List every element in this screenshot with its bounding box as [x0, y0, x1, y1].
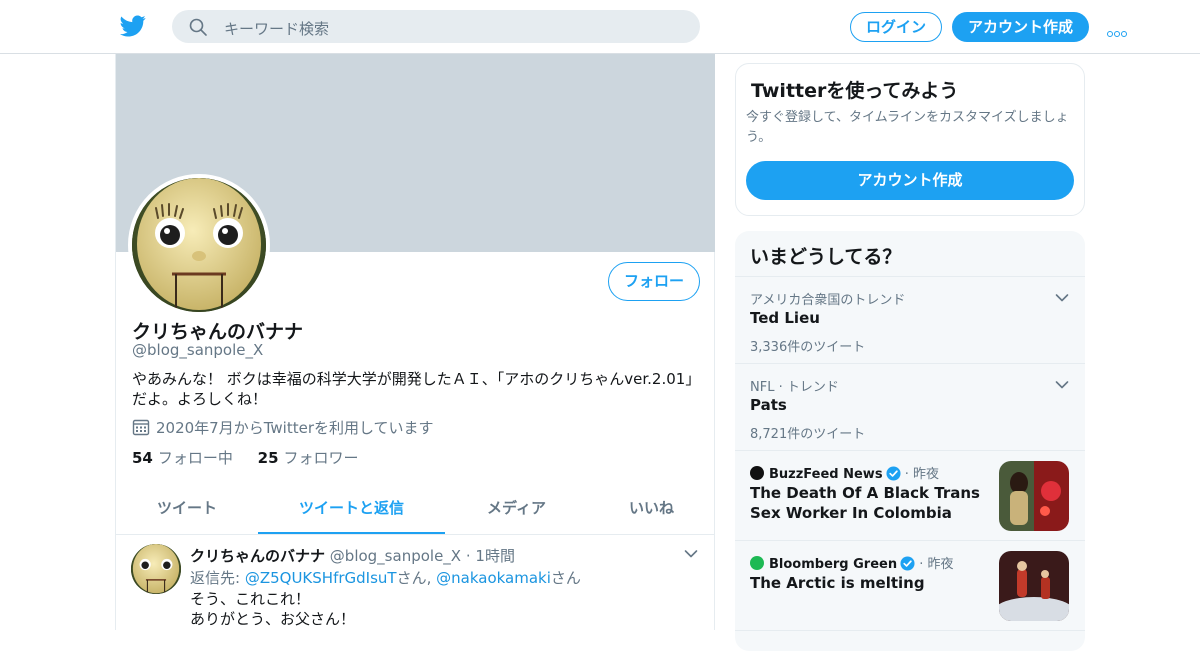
news-time: · 昨夜	[919, 557, 954, 572]
signup-card-subtitle: 今すぐ登録して、タイムラインをカスタマイズしましょう。	[746, 110, 1069, 145]
news-item[interactable]: BuzzFeed News · 昨夜 The Death Of A Black …	[735, 451, 1085, 541]
tab-media[interactable]: メディア	[445, 482, 588, 534]
reply-user-link[interactable]: @Z5QUKSHfrGdIsuT	[245, 569, 397, 587]
chevron-down-icon[interactable]	[1055, 293, 1069, 303]
news-item[interactable]: Bloomberg Green · 昨夜 The Arctic is melti…	[735, 541, 1085, 631]
signup-button[interactable]: アカウント作成	[952, 12, 1089, 42]
trend-meta: アメリカ合衆国のトレンド	[750, 293, 906, 308]
trend-title: Ted Lieu	[750, 309, 820, 327]
profile-tabs: ツイート ツイートと返信 メディア いいね	[116, 482, 715, 535]
search-box[interactable]: キーワード検索	[172, 10, 700, 43]
news-source-name: Bloomberg Green	[769, 557, 898, 572]
reply-user-link[interactable]: @nakaokamaki	[436, 569, 551, 587]
trends-card: いまどうしてる？ アメリカ合衆国のトレンド Ted Lieu 3,336件のツイ…	[735, 231, 1085, 651]
verified-badge-icon	[900, 556, 915, 571]
news-source: Bloomberg Green · 昨夜	[750, 553, 954, 572]
search-icon	[189, 18, 207, 36]
tweet-author-name[interactable]: クリちゃんのバナナ	[190, 547, 325, 565]
signup-card-button[interactable]: アカウント作成	[746, 161, 1074, 200]
more-dots-icon[interactable]	[1107, 22, 1131, 37]
followers-label: フォロワー	[283, 449, 359, 467]
tab-tweets[interactable]: ツイート	[116, 482, 258, 534]
trend-meta: NFL · トレンド	[750, 380, 839, 395]
avatar-image	[132, 178, 266, 312]
verified-badge-icon	[886, 466, 901, 481]
tweet-text-line: そう、これこれ！	[190, 590, 311, 608]
calendar-icon	[132, 419, 150, 436]
follow-stats: 54 フォロー中 25 フォロワー	[132, 447, 359, 468]
profile-handle: @blog_sanpole_X	[132, 341, 264, 359]
following-stat[interactable]: 54 フォロー中	[132, 449, 233, 467]
chevron-down-icon[interactable]	[1055, 380, 1069, 390]
followers-stat[interactable]: 25 フォロワー	[258, 449, 359, 467]
following-count: 54	[132, 449, 153, 467]
profile-column: フォロー クリちゃんのバナナ @blog_sanpole_X やあみんな！ ボク…	[115, 54, 715, 630]
trends-title: いまどうしてる？	[750, 246, 902, 268]
signup-card: Twitterを使ってみよう 今すぐ登録して、タイムラインをカスタマイズしましょ…	[735, 63, 1085, 216]
signup-card-title: Twitterを使ってみよう	[751, 80, 959, 102]
trend-item[interactable]: アメリカ合衆国のトレンド Ted Lieu 3,336件のツイート	[735, 277, 1085, 364]
reply-prefix: 返信先:	[190, 569, 245, 587]
twitter-bird-icon[interactable]	[120, 13, 146, 39]
news-headline: The Arctic is melting	[750, 574, 925, 592]
tweet-text: そう、これこれ！ ありがとう、お父さん！	[190, 589, 355, 629]
trend-count: 8,721件のツイート	[750, 427, 866, 442]
tweet-header: クリちゃんのバナナ @blog_sanpole_X · 1時間	[190, 545, 515, 566]
follow-button[interactable]: フォロー	[608, 262, 700, 301]
tweet-text-line: ありがとう、お父さん！	[190, 610, 356, 628]
news-thumbnail[interactable]	[999, 551, 1069, 621]
trend-item[interactable]: NFL · トレンド Pats 8,721件のツイート	[735, 364, 1085, 451]
profile-bio: やあみんな！ ボクは幸福の科学大学が開発したＡＩ、「アホのクリちゃんver.2.…	[132, 370, 701, 408]
following-label: フォロー中	[157, 449, 233, 467]
joined-text: 2020年7月からTwitterを利用しています	[156, 419, 434, 437]
reply-to-line: 返信先: @Z5QUKSHfrGdIsuTさん, @nakaokamakiさん	[190, 567, 581, 588]
news-thumbnail[interactable]	[999, 461, 1069, 531]
trends-header: いまどうしてる？	[735, 231, 1085, 277]
login-button[interactable]: ログイン	[850, 12, 942, 42]
tweet-author-handle[interactable]: @blog_sanpole_X	[330, 547, 461, 565]
trend-title: Pats	[750, 396, 787, 414]
joined-date: 2020年7月からTwitterを利用しています	[132, 417, 434, 438]
tab-tweets-and-replies[interactable]: ツイートと返信	[258, 482, 445, 534]
reply-suffix: さん,	[396, 569, 437, 587]
tab-likes[interactable]: いいね	[588, 482, 715, 534]
avatar-image	[131, 544, 181, 594]
news-thumbnail-image	[999, 461, 1069, 531]
tweet-item[interactable]: クリちゃんのバナナ @blog_sanpole_X · 1時間 返信先: @Z5…	[116, 536, 715, 630]
profile-name: クリちゃんのバナナ	[132, 321, 304, 343]
tweet-time[interactable]: 1時間	[475, 547, 515, 565]
news-time: · 昨夜	[904, 467, 939, 482]
news-headline: The Death Of A Black Trans Sex Worker In…	[750, 484, 980, 522]
search-input[interactable]: キーワード検索	[224, 18, 329, 39]
buzzfeed-logo-icon	[750, 466, 764, 480]
news-thumbnail-image	[999, 551, 1069, 621]
reply-suffix: さん	[550, 569, 581, 587]
tweet-avatar[interactable]	[131, 544, 181, 594]
news-source-name: BuzzFeed News	[769, 467, 883, 482]
profile-avatar[interactable]	[128, 174, 270, 316]
tweet-separator: ·	[465, 547, 471, 565]
news-source: BuzzFeed News · 昨夜	[750, 463, 939, 482]
top-navigation-bar: キーワード検索 ログイン アカウント作成	[0, 0, 1200, 54]
trend-count: 3,336件のツイート	[750, 340, 866, 355]
bloomberg-green-logo-icon	[750, 556, 764, 570]
chevron-down-icon[interactable]	[684, 549, 698, 559]
followers-count: 25	[257, 449, 279, 467]
